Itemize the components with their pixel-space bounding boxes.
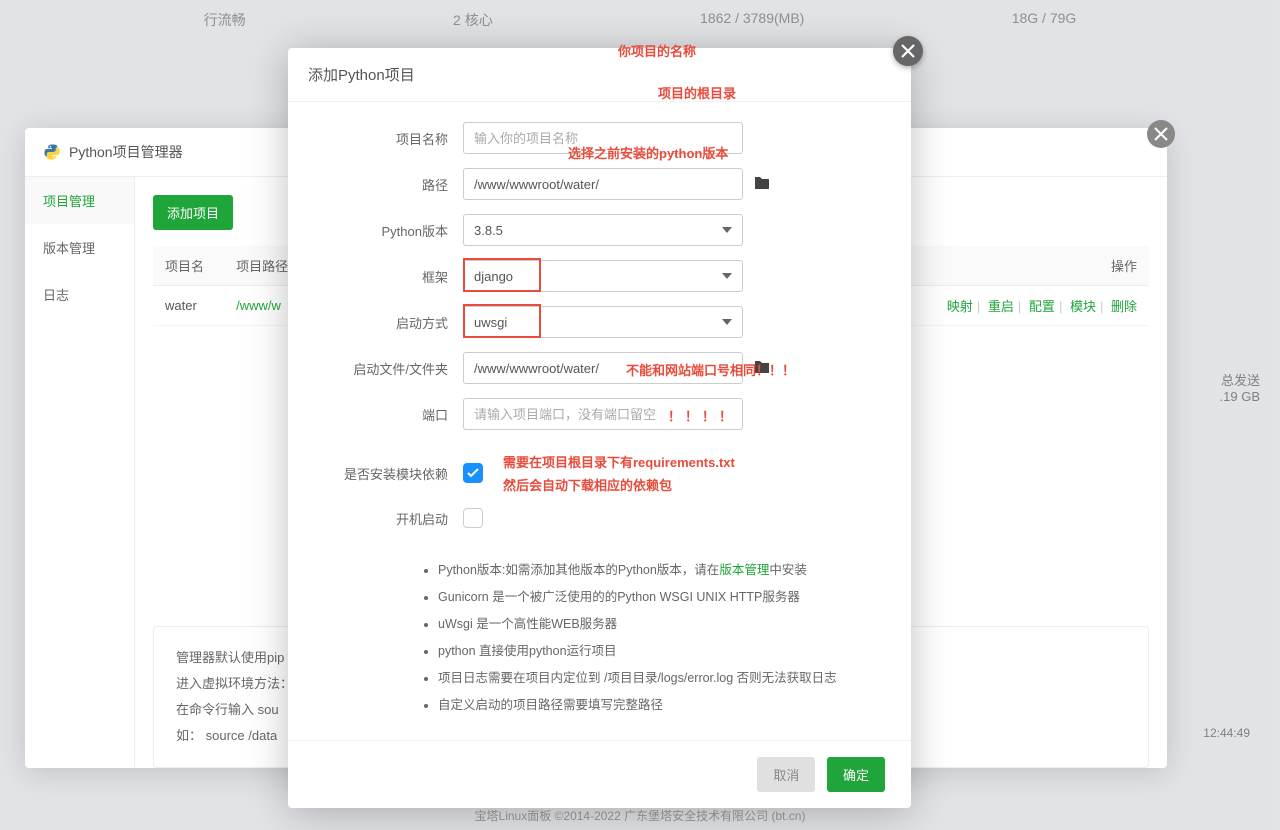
python-icon (43, 143, 61, 161)
label-auto-start: 开机启动 (318, 509, 463, 528)
label-start-method: 启动方式 (318, 313, 463, 332)
manager-title: Python项目管理器 (69, 142, 183, 162)
action-restart[interactable]: 重启 (988, 299, 1014, 314)
cell-path[interactable]: /www/w (236, 298, 281, 313)
note-item: python 直接使用python运行项目 (438, 639, 881, 664)
action-delete[interactable]: 删除 (1111, 299, 1137, 314)
close-icon[interactable] (893, 36, 923, 66)
cancel-button[interactable]: 取消 (757, 757, 815, 792)
install-deps-checkbox[interactable] (463, 463, 483, 483)
folder-icon[interactable] (753, 175, 771, 194)
add-modal-title: 添加Python项目 (288, 48, 911, 102)
notes-list: Python版本:如需添加其他版本的Python版本，请在版本管理中安装 Gun… (318, 558, 881, 718)
add-project-button[interactable]: 添加项目 (153, 195, 233, 230)
note-item: uWsgi 是一个高性能WEB服务器 (438, 612, 881, 637)
start-method-select[interactable]: uwsgi (463, 306, 743, 338)
note-item: 项目日志需要在项目内定位到 /项目目录/logs/error.log 否则无法获… (438, 666, 881, 691)
sidebar-item-projects[interactable]: 项目管理 (25, 177, 134, 224)
annotation-path: 项目的根目录 (658, 83, 736, 102)
annotation-port-marks: ！！！！ (668, 406, 736, 425)
sidebar-item-versions[interactable]: 版本管理 (25, 224, 134, 271)
version-mgmt-link[interactable]: 版本管理 (719, 563, 769, 577)
action-module[interactable]: 模块 (1070, 299, 1096, 314)
label-project-name: 项目名称 (318, 129, 463, 148)
note-item: Gunicorn 是一个被广泛使用的的Python WSGI UNIX HTTP… (438, 585, 881, 610)
label-path: 路径 (318, 175, 463, 194)
note-item: Python版本:如需添加其他版本的Python版本，请在版本管理中安装 (438, 558, 881, 583)
label-start-file: 启动文件/文件夹 (318, 359, 463, 378)
annotation-name: 你项目的名称 (618, 41, 696, 60)
add-modal-footer: 取消 确定 (288, 740, 911, 808)
confirm-button[interactable]: 确定 (827, 757, 885, 792)
label-port: 端口 (318, 405, 463, 424)
action-config[interactable]: 配置 (1029, 299, 1055, 314)
th-name: 项目名 (153, 246, 224, 286)
add-python-modal: 添加Python项目 你项目的名称 项目名称 项目的根目录 路径 选择之前安装的… (288, 48, 911, 808)
label-python-version: Python版本 (318, 221, 463, 240)
sidebar-item-logs[interactable]: 日志 (25, 271, 134, 318)
auto-start-checkbox[interactable] (463, 508, 483, 528)
label-install-deps: 是否安装模块依赖 (318, 464, 463, 483)
note-item: 自定义启动的项目路径需要填写完整路径 (438, 693, 881, 718)
cell-name: water (153, 286, 224, 326)
cell-actions: 映射| 重启| 配置| 模块| 删除 (907, 286, 1149, 326)
add-modal-body: 你项目的名称 项目名称 项目的根目录 路径 选择之前安装的python版本 Py… (288, 102, 911, 740)
annotation-deps1: 需要在项目根目录下有requirements.txt (503, 452, 735, 471)
annotation-deps2: 然后会自动下载相应的依赖包 (503, 475, 735, 494)
manager-sidebar: 项目管理 版本管理 日志 (25, 177, 135, 767)
python-version-select[interactable]: 3.8.5 (463, 214, 743, 246)
th-actions: 操作 (907, 246, 1149, 286)
action-map[interactable]: 映射 (947, 299, 973, 314)
annotation-version: 选择之前安装的python版本 (568, 143, 728, 162)
close-icon[interactable] (1147, 120, 1175, 148)
framework-select[interactable]: django (463, 260, 743, 292)
label-framework: 框架 (318, 267, 463, 286)
path-input[interactable] (463, 168, 743, 200)
annotation-port-warn: 不能和网站端口号相同！！！ (626, 360, 795, 379)
